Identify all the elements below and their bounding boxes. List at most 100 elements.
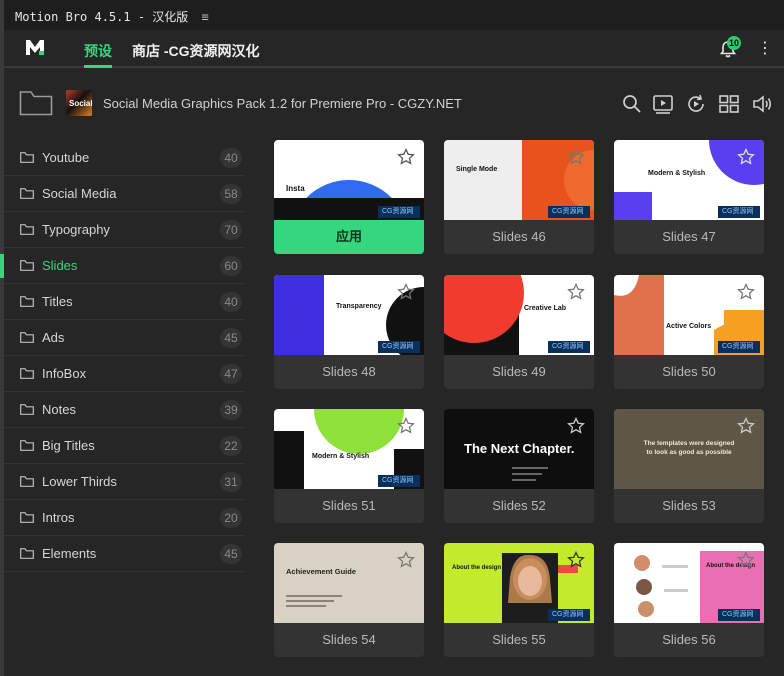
sidebar-item-titles[interactable]: Titles 40 bbox=[4, 284, 244, 320]
sidebar-item-lower-thirds[interactable]: Lower Thirds 31 bbox=[4, 464, 244, 500]
window-titlebar: Motion Bro 4.5.1 - 汉化版 ≡ bbox=[4, 0, 784, 30]
favorite-star-icon[interactable] bbox=[567, 551, 585, 569]
favorite-star-icon[interactable] bbox=[397, 417, 415, 435]
watermark: CG资源网 bbox=[718, 609, 760, 621]
preset-thumbnail[interactable]: Active Colors CG资源网 bbox=[614, 275, 764, 355]
preset-card-slides-56[interactable]: About the design CG资源网 Slides 56 bbox=[614, 543, 764, 657]
sidebar-item-youtube[interactable]: Youtube 40 bbox=[4, 140, 244, 176]
sidebar-item-elements[interactable]: Elements 45 bbox=[4, 536, 244, 572]
preset-card-slides-52[interactable]: The Next Chapter. Slides 52 bbox=[444, 409, 594, 523]
sidebar-item-typography[interactable]: Typography 70 bbox=[4, 212, 244, 248]
preset-label: Slides 56 bbox=[662, 632, 716, 647]
preset-thumbnail[interactable]: The Next Chapter. bbox=[444, 409, 594, 489]
grid-view-icon[interactable] bbox=[718, 93, 740, 115]
favorite-star-icon[interactable] bbox=[567, 148, 585, 166]
sidebar-item-slides[interactable]: Slides 60 bbox=[0, 248, 244, 284]
preset-thumbnail[interactable]: Modern & Stylish CG资源网 bbox=[614, 140, 764, 220]
preset-label: Slides 52 bbox=[492, 498, 546, 513]
preset-thumbnail[interactable]: Modern & Stylish CG资源网 bbox=[274, 409, 424, 489]
preset-card-slides-55[interactable]: About the design CG资源网 Slides 55 bbox=[444, 543, 594, 657]
preset-card-slides-45[interactable]: Insta CG资源网 应用 bbox=[274, 140, 424, 254]
favorite-star-icon[interactable] bbox=[567, 283, 585, 301]
preset-label: Slides 53 bbox=[662, 498, 716, 513]
watermark: CG资源网 bbox=[718, 206, 760, 218]
preset-card-slides-49[interactable]: Creative Lab CG资源网 Slides 49 bbox=[444, 275, 594, 389]
watermark: CG资源网 bbox=[378, 341, 420, 353]
sidebar-item-count: 45 bbox=[220, 328, 242, 348]
favorite-star-icon[interactable] bbox=[737, 283, 755, 301]
preset-card-slides-51[interactable]: Modern & Stylish CG资源网 Slides 51 bbox=[274, 409, 424, 523]
thumbnail-text: Creative Lab bbox=[524, 305, 567, 312]
category-sidebar: Youtube 40 Social Media 58 Typography 70… bbox=[0, 140, 244, 572]
sidebar-item-social-media[interactable]: Social Media 58 bbox=[4, 176, 244, 212]
favorite-star-icon[interactable] bbox=[737, 417, 755, 435]
favorite-star-icon[interactable] bbox=[737, 551, 755, 569]
favorite-star-icon[interactable] bbox=[567, 417, 585, 435]
thumbnail-text: Transparency bbox=[336, 303, 382, 310]
preset-thumbnail[interactable]: Transparency CG资源网 bbox=[274, 275, 424, 355]
preset-thumbnail[interactable]: About the design CG资源网 bbox=[444, 543, 594, 623]
preset-card-slides-53[interactable]: The templates were designed to look as g… bbox=[614, 409, 764, 523]
sidebar-item-notes[interactable]: Notes 39 bbox=[4, 392, 244, 428]
sidebar-item-count: 22 bbox=[220, 436, 242, 456]
tab-presets[interactable]: 预设 bbox=[84, 41, 112, 61]
top-navigation: 预设 商店 -CG资源网汉化 10 ⋮ bbox=[4, 30, 784, 68]
sidebar-item-count: 40 bbox=[220, 148, 242, 168]
preset-card-slides-47[interactable]: Modern & Stylish CG资源网 Slides 47 bbox=[614, 140, 764, 254]
folder-icon[interactable] bbox=[19, 90, 53, 116]
favorite-star-icon[interactable] bbox=[397, 148, 415, 166]
sidebar-item-label: Typography bbox=[42, 222, 110, 237]
folder-icon bbox=[20, 296, 34, 307]
pack-thumbnail: Social bbox=[66, 90, 93, 116]
folder-icon bbox=[20, 188, 34, 199]
thumbnail-text: The templates were designed to look as g… bbox=[643, 440, 735, 456]
sidebar-item-count: 70 bbox=[220, 220, 242, 240]
window-menu-icon[interactable]: ≡ bbox=[202, 10, 209, 24]
search-icon[interactable] bbox=[621, 93, 643, 115]
preset-label: Slides 51 bbox=[322, 498, 376, 513]
favorite-star-icon[interactable] bbox=[397, 551, 415, 569]
refresh-play-icon[interactable] bbox=[685, 93, 707, 115]
sidebar-item-count: 58 bbox=[220, 184, 242, 204]
folder-icon bbox=[20, 152, 34, 163]
preset-card-slides-50[interactable]: Active Colors CG资源网 Slides 50 bbox=[614, 275, 764, 389]
pack-title: Social Media Graphics Pack 1.2 for Premi… bbox=[103, 96, 462, 111]
sidebar-item-label: Lower Thirds bbox=[42, 474, 117, 489]
preview-icon[interactable] bbox=[652, 93, 674, 115]
preset-label: Slides 50 bbox=[662, 364, 716, 379]
tab-store[interactable]: 商店 -CG资源网汉化 bbox=[132, 41, 260, 61]
preset-thumbnail[interactable]: Achievement Guide bbox=[274, 543, 424, 623]
sidebar-item-intros[interactable]: Intros 20 bbox=[4, 500, 244, 536]
apply-button[interactable]: 应用 bbox=[274, 220, 424, 254]
motion-bro-logo-icon[interactable] bbox=[24, 36, 46, 58]
watermark: CG资源网 bbox=[378, 475, 420, 487]
sidebar-item-count: 47 bbox=[220, 364, 242, 384]
folder-icon bbox=[20, 440, 34, 451]
favorite-star-icon[interactable] bbox=[397, 283, 415, 301]
preset-card-slides-48[interactable]: Transparency CG资源网 Slides 48 bbox=[274, 275, 424, 389]
sidebar-item-label: Social Media bbox=[42, 186, 117, 201]
watermark: CG资源网 bbox=[548, 341, 590, 353]
preset-card-slides-46[interactable]: Single Mode CG资源网 Slides 46 bbox=[444, 140, 594, 254]
more-options-icon[interactable]: ⋮ bbox=[757, 38, 773, 58]
preset-label: Slides 48 bbox=[322, 364, 376, 379]
preset-thumbnail[interactable]: Single Mode CG资源网 bbox=[444, 140, 594, 220]
pack-header: Social Social Media Graphics Pack 1.2 fo… bbox=[4, 70, 784, 138]
sidebar-item-big-titles[interactable]: Big Titles 22 bbox=[4, 428, 244, 464]
sidebar-item-label: Notes bbox=[42, 402, 76, 417]
preset-thumbnail[interactable]: Creative Lab CG资源网 bbox=[444, 275, 594, 355]
preset-card-slides-54[interactable]: Achievement Guide Slides 54 bbox=[274, 543, 424, 657]
preset-thumbnail[interactable]: Insta CG资源网 bbox=[274, 140, 424, 220]
sidebar-item-label: Titles bbox=[42, 294, 73, 309]
preset-thumbnail[interactable]: About the design CG资源网 bbox=[614, 543, 764, 623]
favorite-star-icon[interactable] bbox=[737, 148, 755, 166]
sidebar-item-infobox[interactable]: InfoBox 47 bbox=[4, 356, 244, 392]
preset-thumbnail[interactable]: The templates were designed to look as g… bbox=[614, 409, 764, 489]
sidebar-item-count: 60 bbox=[220, 256, 242, 276]
sidebar-item-count: 40 bbox=[220, 292, 242, 312]
sidebar-item-count: 45 bbox=[220, 544, 242, 564]
thumbnail-text: Single Mode bbox=[456, 166, 498, 173]
folder-icon bbox=[20, 224, 34, 235]
sidebar-item-ads[interactable]: Ads 45 bbox=[4, 320, 244, 356]
volume-icon[interactable] bbox=[751, 93, 773, 115]
